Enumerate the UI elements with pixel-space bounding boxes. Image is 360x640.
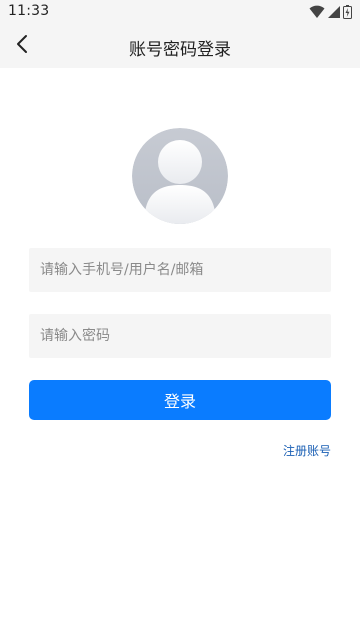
header: 账号密码登录 <box>0 24 360 68</box>
wifi-icon <box>309 5 325 19</box>
account-field <box>29 248 331 292</box>
default-user-avatar-icon <box>132 128 228 224</box>
battery-icon <box>343 5 352 19</box>
signal-icon <box>327 5 341 19</box>
login-button[interactable]: 登录 <box>29 380 331 420</box>
password-field <box>29 314 331 358</box>
register-link[interactable]: 注册账号 <box>283 442 331 459</box>
password-input[interactable] <box>29 314 331 358</box>
status-icons <box>309 5 352 19</box>
page-title: 账号密码登录 <box>129 40 231 60</box>
account-input[interactable] <box>29 248 331 292</box>
avatar <box>132 128 228 224</box>
status-bar: 11:33 <box>0 0 360 24</box>
status-time: 11:33 <box>8 3 50 19</box>
